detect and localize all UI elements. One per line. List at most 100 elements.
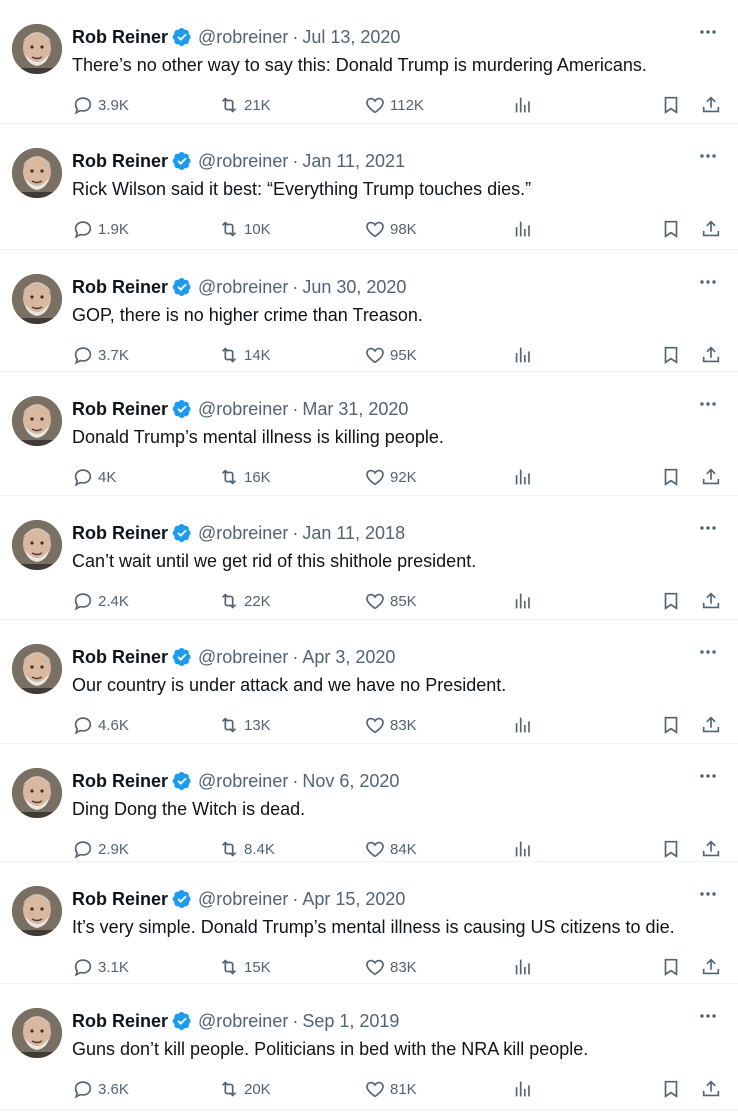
bookmark-button[interactable] bbox=[660, 836, 682, 862]
views-button[interactable] bbox=[512, 836, 534, 862]
more-icon[interactable] bbox=[696, 1004, 720, 1028]
tweet-date[interactable]: Jun 30, 2020 bbox=[302, 277, 406, 298]
author-name[interactable]: Rob Reiner bbox=[72, 277, 168, 298]
tweet-date[interactable]: Jul 13, 2020 bbox=[302, 27, 400, 48]
author-handle[interactable]: @robreiner bbox=[198, 889, 288, 910]
tweet-date[interactable]: Mar 31, 2020 bbox=[302, 399, 408, 420]
tweet-date[interactable]: Jan 11, 2021 bbox=[302, 151, 405, 172]
tweet[interactable]: Rob Reiner @robreiner · Jan 11, 2021 Ric… bbox=[0, 124, 738, 250]
avatar[interactable] bbox=[12, 24, 62, 74]
author-handle[interactable]: @robreiner bbox=[198, 151, 288, 172]
more-icon[interactable] bbox=[696, 882, 720, 906]
more-icon[interactable] bbox=[696, 764, 720, 788]
like-button[interactable]: 83K bbox=[364, 954, 417, 980]
tweet[interactable]: Rob Reiner @robreiner · Mar 31, 2020 Don… bbox=[0, 372, 738, 496]
reply-button[interactable]: 3.6K bbox=[72, 1076, 129, 1102]
author-name[interactable]: Rob Reiner bbox=[72, 27, 168, 48]
tweet[interactable]: Rob Reiner @robreiner · Jun 30, 2020 GOP… bbox=[0, 250, 738, 372]
tweet[interactable]: Rob Reiner @robreiner · Nov 6, 2020 Ding… bbox=[0, 744, 738, 862]
tweet-date[interactable]: Jan 11, 2018 bbox=[302, 523, 405, 544]
views-button[interactable] bbox=[512, 342, 534, 368]
bookmark-button[interactable] bbox=[660, 1076, 682, 1102]
bookmark-button[interactable] bbox=[660, 712, 682, 738]
like-button[interactable]: 112K bbox=[364, 92, 424, 118]
share-button[interactable] bbox=[700, 1076, 722, 1102]
views-button[interactable] bbox=[512, 216, 534, 242]
author-name[interactable]: Rob Reiner bbox=[72, 647, 168, 668]
reply-button[interactable]: 2.4K bbox=[72, 588, 129, 614]
reply-button[interactable]: 3.1K bbox=[72, 954, 129, 980]
views-button[interactable] bbox=[512, 1076, 534, 1102]
reply-button[interactable]: 3.9K bbox=[72, 92, 129, 118]
views-button[interactable] bbox=[512, 588, 534, 614]
like-button[interactable]: 83K bbox=[364, 712, 417, 738]
like-button[interactable]: 98K bbox=[364, 216, 417, 242]
more-icon[interactable] bbox=[696, 20, 720, 44]
author-name[interactable]: Rob Reiner bbox=[72, 399, 168, 420]
tweet[interactable]: Rob Reiner @robreiner · Apr 15, 2020 It’… bbox=[0, 862, 738, 984]
avatar[interactable] bbox=[12, 148, 62, 198]
like-button[interactable]: 85K bbox=[364, 588, 417, 614]
retweet-button[interactable]: 14K bbox=[218, 342, 271, 368]
more-icon[interactable] bbox=[696, 144, 720, 168]
tweet[interactable]: Rob Reiner @robreiner · Jul 13, 2020 The… bbox=[0, 0, 738, 124]
retweet-button[interactable]: 10K bbox=[218, 216, 271, 242]
tweet-date[interactable]: Nov 6, 2020 bbox=[302, 771, 399, 792]
author-handle[interactable]: @robreiner bbox=[198, 399, 288, 420]
tweet[interactable]: Rob Reiner @robreiner · Apr 3, 2020 Our … bbox=[0, 620, 738, 744]
bookmark-button[interactable] bbox=[660, 954, 682, 980]
avatar[interactable] bbox=[12, 1008, 62, 1058]
retweet-button[interactable]: 16K bbox=[218, 464, 271, 490]
views-button[interactable] bbox=[512, 464, 534, 490]
tweet-date[interactable]: Sep 1, 2019 bbox=[302, 1011, 399, 1032]
avatar[interactable] bbox=[12, 644, 62, 694]
avatar[interactable] bbox=[12, 520, 62, 570]
share-button[interactable] bbox=[700, 588, 722, 614]
retweet-button[interactable]: 20K bbox=[218, 1076, 271, 1102]
reply-button[interactable]: 1.9K bbox=[72, 216, 129, 242]
more-icon[interactable] bbox=[696, 270, 720, 294]
share-button[interactable] bbox=[700, 712, 722, 738]
more-icon[interactable] bbox=[696, 640, 720, 664]
bookmark-button[interactable] bbox=[660, 588, 682, 614]
views-button[interactable] bbox=[512, 712, 534, 738]
more-icon[interactable] bbox=[696, 392, 720, 416]
bookmark-button[interactable] bbox=[660, 216, 682, 242]
views-button[interactable] bbox=[512, 92, 534, 118]
author-handle[interactable]: @robreiner bbox=[198, 523, 288, 544]
retweet-button[interactable]: 8.4K bbox=[218, 836, 275, 862]
bookmark-button[interactable] bbox=[660, 92, 682, 118]
avatar[interactable] bbox=[12, 886, 62, 936]
tweet-date[interactable]: Apr 3, 2020 bbox=[302, 647, 395, 668]
author-name[interactable]: Rob Reiner bbox=[72, 889, 168, 910]
share-button[interactable] bbox=[700, 836, 722, 862]
retweet-button[interactable]: 22K bbox=[218, 588, 271, 614]
like-button[interactable]: 81K bbox=[364, 1076, 417, 1102]
bookmark-button[interactable] bbox=[660, 342, 682, 368]
author-name[interactable]: Rob Reiner bbox=[72, 523, 168, 544]
share-button[interactable] bbox=[700, 342, 722, 368]
reply-button[interactable]: 4K bbox=[72, 464, 116, 490]
like-button[interactable]: 84K bbox=[364, 836, 417, 862]
tweet-date[interactable]: Apr 15, 2020 bbox=[302, 889, 405, 910]
reply-button[interactable]: 2.9K bbox=[72, 836, 129, 862]
author-handle[interactable]: @robreiner bbox=[198, 647, 288, 668]
avatar[interactable] bbox=[12, 274, 62, 324]
avatar[interactable] bbox=[12, 396, 62, 446]
author-name[interactable]: Rob Reiner bbox=[72, 1011, 168, 1032]
author-handle[interactable]: @robreiner bbox=[198, 771, 288, 792]
avatar[interactable] bbox=[12, 768, 62, 818]
share-button[interactable] bbox=[700, 92, 722, 118]
retweet-button[interactable]: 21K bbox=[218, 92, 271, 118]
share-button[interactable] bbox=[700, 216, 722, 242]
reply-button[interactable]: 3.7K bbox=[72, 342, 129, 368]
author-handle[interactable]: @robreiner bbox=[198, 27, 288, 48]
author-handle[interactable]: @robreiner bbox=[198, 1011, 288, 1032]
tweet[interactable]: Rob Reiner @robreiner · Jan 11, 2018 Can… bbox=[0, 496, 738, 620]
like-button[interactable]: 92K bbox=[364, 464, 417, 490]
retweet-button[interactable]: 15K bbox=[218, 954, 271, 980]
reply-button[interactable]: 4.6K bbox=[72, 712, 129, 738]
author-name[interactable]: Rob Reiner bbox=[72, 771, 168, 792]
more-icon[interactable] bbox=[696, 516, 720, 540]
share-button[interactable] bbox=[700, 954, 722, 980]
